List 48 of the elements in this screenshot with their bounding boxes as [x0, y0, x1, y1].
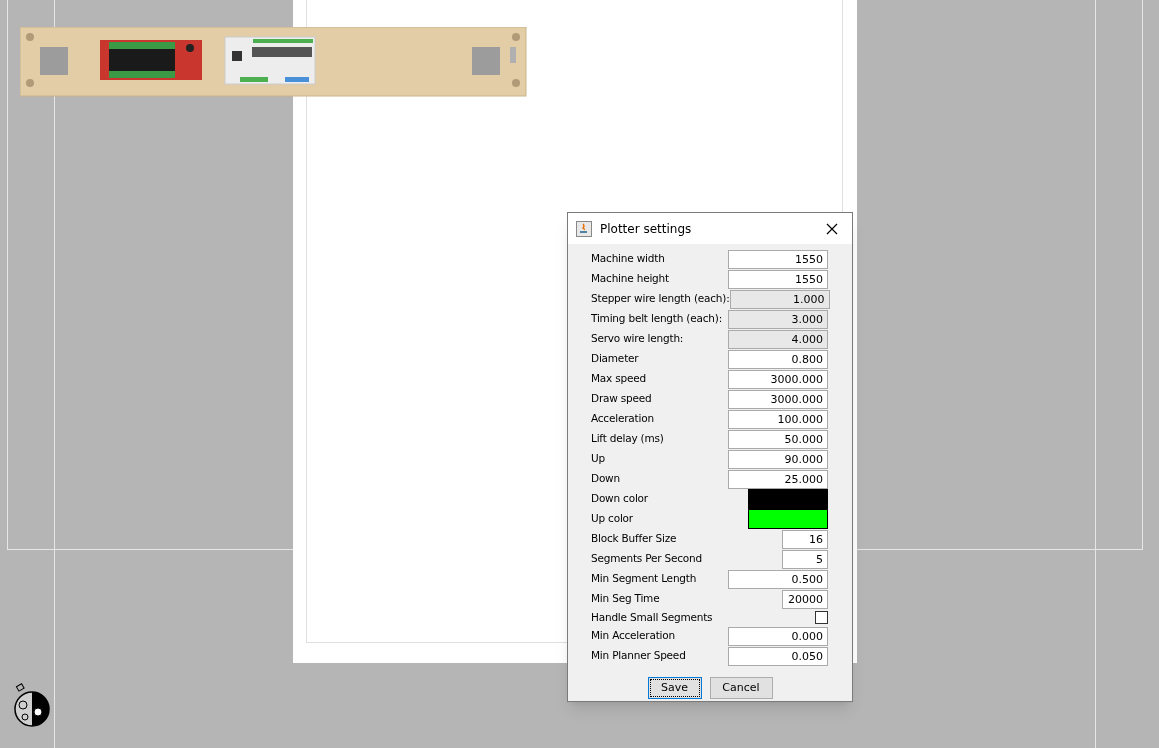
- input-field[interactable]: 0.000: [728, 626, 828, 646]
- color-swatch[interactable]: [748, 509, 828, 529]
- checkbox[interactable]: [815, 611, 828, 624]
- dialog-button[interactable]: Save: [647, 677, 702, 699]
- field-label: Min Acceleration: [591, 628, 675, 644]
- input-field[interactable]: 0.800: [728, 349, 828, 369]
- input-field[interactable]: 16: [782, 529, 828, 549]
- input-field[interactable]: 20000: [782, 589, 828, 609]
- input-field[interactable]: 5: [782, 549, 828, 569]
- field-label: Diameter: [591, 351, 639, 367]
- input-field[interactable]: 100.000: [728, 409, 828, 429]
- field-label: Acceleration: [591, 411, 654, 427]
- java-cup-icon: [576, 220, 592, 237]
- field-label: Min Planner Speed: [591, 648, 686, 664]
- moon-face-icon: [13, 683, 53, 728]
- field-label: Min Segment Length: [591, 571, 697, 587]
- field-label: Timing belt length (each):: [591, 311, 722, 327]
- field-label: Machine width: [591, 251, 665, 267]
- dialog-button[interactable]: Cancel: [709, 677, 773, 699]
- field-label: Stepper wire length (each):: [591, 291, 730, 307]
- field-label: Block Buffer Size: [591, 531, 677, 547]
- input-field[interactable]: 1.000: [729, 289, 830, 309]
- input-field[interactable]: 3000.000: [728, 369, 828, 389]
- input-field[interactable]: 1550: [728, 269, 828, 289]
- close-icon: [826, 222, 838, 235]
- field-label: Handle Small Segments: [591, 609, 713, 625]
- input-field[interactable]: 25.000: [728, 469, 828, 489]
- field-label: Max speed: [591, 371, 646, 387]
- field-label: Servo wire length:: [591, 331, 684, 347]
- field-label: Draw speed: [591, 391, 652, 407]
- field-label: Machine height: [591, 271, 669, 287]
- field-label: Up color: [591, 511, 633, 527]
- input-field[interactable]: 1550: [728, 249, 828, 269]
- field-label: Down: [591, 471, 620, 487]
- input-field[interactable]: 3.000: [728, 309, 828, 329]
- field-label: Min Seg Time: [591, 591, 660, 607]
- input-field[interactable]: 0.050: [728, 646, 828, 666]
- field-label: Lift delay (ms): [591, 431, 664, 447]
- field-label: Up: [591, 451, 605, 467]
- input-field[interactable]: 4.000: [728, 329, 828, 349]
- input-field[interactable]: 0.500: [728, 569, 828, 589]
- window-title: Plotter settings: [600, 220, 693, 238]
- color-swatch[interactable]: [748, 489, 828, 509]
- field-label: Down color: [591, 491, 648, 507]
- input-field[interactable]: 90.000: [728, 449, 828, 469]
- input-field[interactable]: 3000.000: [728, 389, 828, 409]
- field-label: Segments Per Second: [591, 551, 702, 567]
- input-field[interactable]: 50.000: [728, 429, 828, 449]
